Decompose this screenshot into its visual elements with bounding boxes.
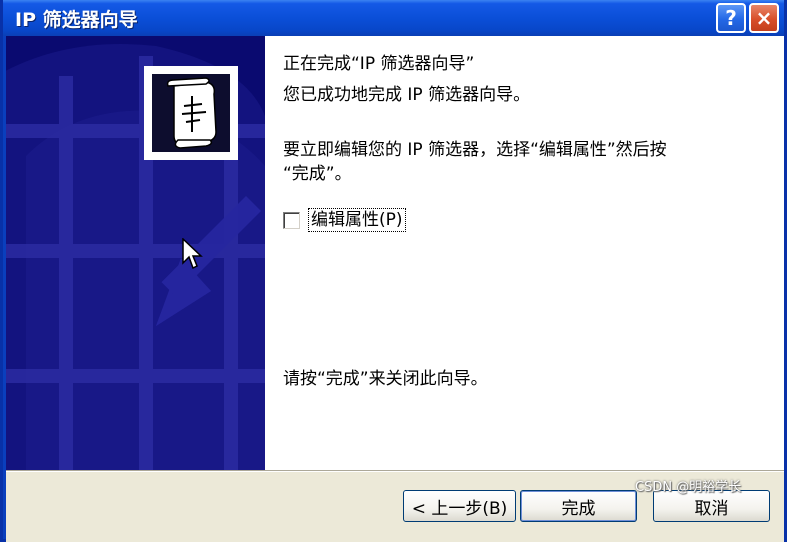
footer-divider	[6, 470, 784, 472]
close-hint: 请按“完成”来关闭此向导。	[283, 369, 488, 389]
edit-properties-checkbox[interactable]	[283, 211, 300, 229]
dialog-body: 正在完成“IP 筛选器向导” 您已成功地完成 IP 筛选器向导。 要立即编辑您的…	[6, 36, 784, 542]
scroll-document-icon	[166, 77, 217, 149]
instruction-line-1: 要立即编辑您的 IP 筛选器，选择“编辑属性”然后按	[283, 140, 667, 160]
window-title: IP 筛选器向导	[15, 9, 138, 31]
success-message: 您已成功地完成 IP 筛选器向导。	[283, 85, 531, 105]
edit-properties-label[interactable]: 编辑属性(P)	[308, 208, 406, 232]
help-button[interactable]: ?	[716, 3, 746, 33]
back-button[interactable]: < 上一步(B)	[403, 490, 516, 522]
wizard-window: IP 筛选器向导 ? × 正在完成“IP 筛选器向导” 您已成功地完成 IP 筛…	[0, 0, 787, 542]
finish-button[interactable]: 完成	[520, 490, 637, 522]
completion-heading: 正在完成“IP 筛选器向导”	[283, 54, 475, 74]
mouse-pointer-icon	[182, 238, 203, 270]
watermark: CSDN @明裕学长	[635, 480, 742, 495]
banner-artwork	[6, 36, 265, 470]
instruction-line-2: “完成”。	[283, 164, 352, 184]
wizard-banner	[6, 36, 265, 470]
edit-properties-option[interactable]: 编辑属性(P)	[283, 208, 406, 232]
close-icon: ×	[755, 6, 773, 30]
wizard-content: 正在完成“IP 筛选器向导” 您已成功地完成 IP 筛选器向导。 要立即编辑您的…	[265, 36, 784, 470]
title-bar[interactable]: IP 筛选器向导 ? ×	[3, 0, 784, 36]
close-button[interactable]: ×	[749, 3, 779, 33]
help-icon: ?	[725, 6, 737, 30]
